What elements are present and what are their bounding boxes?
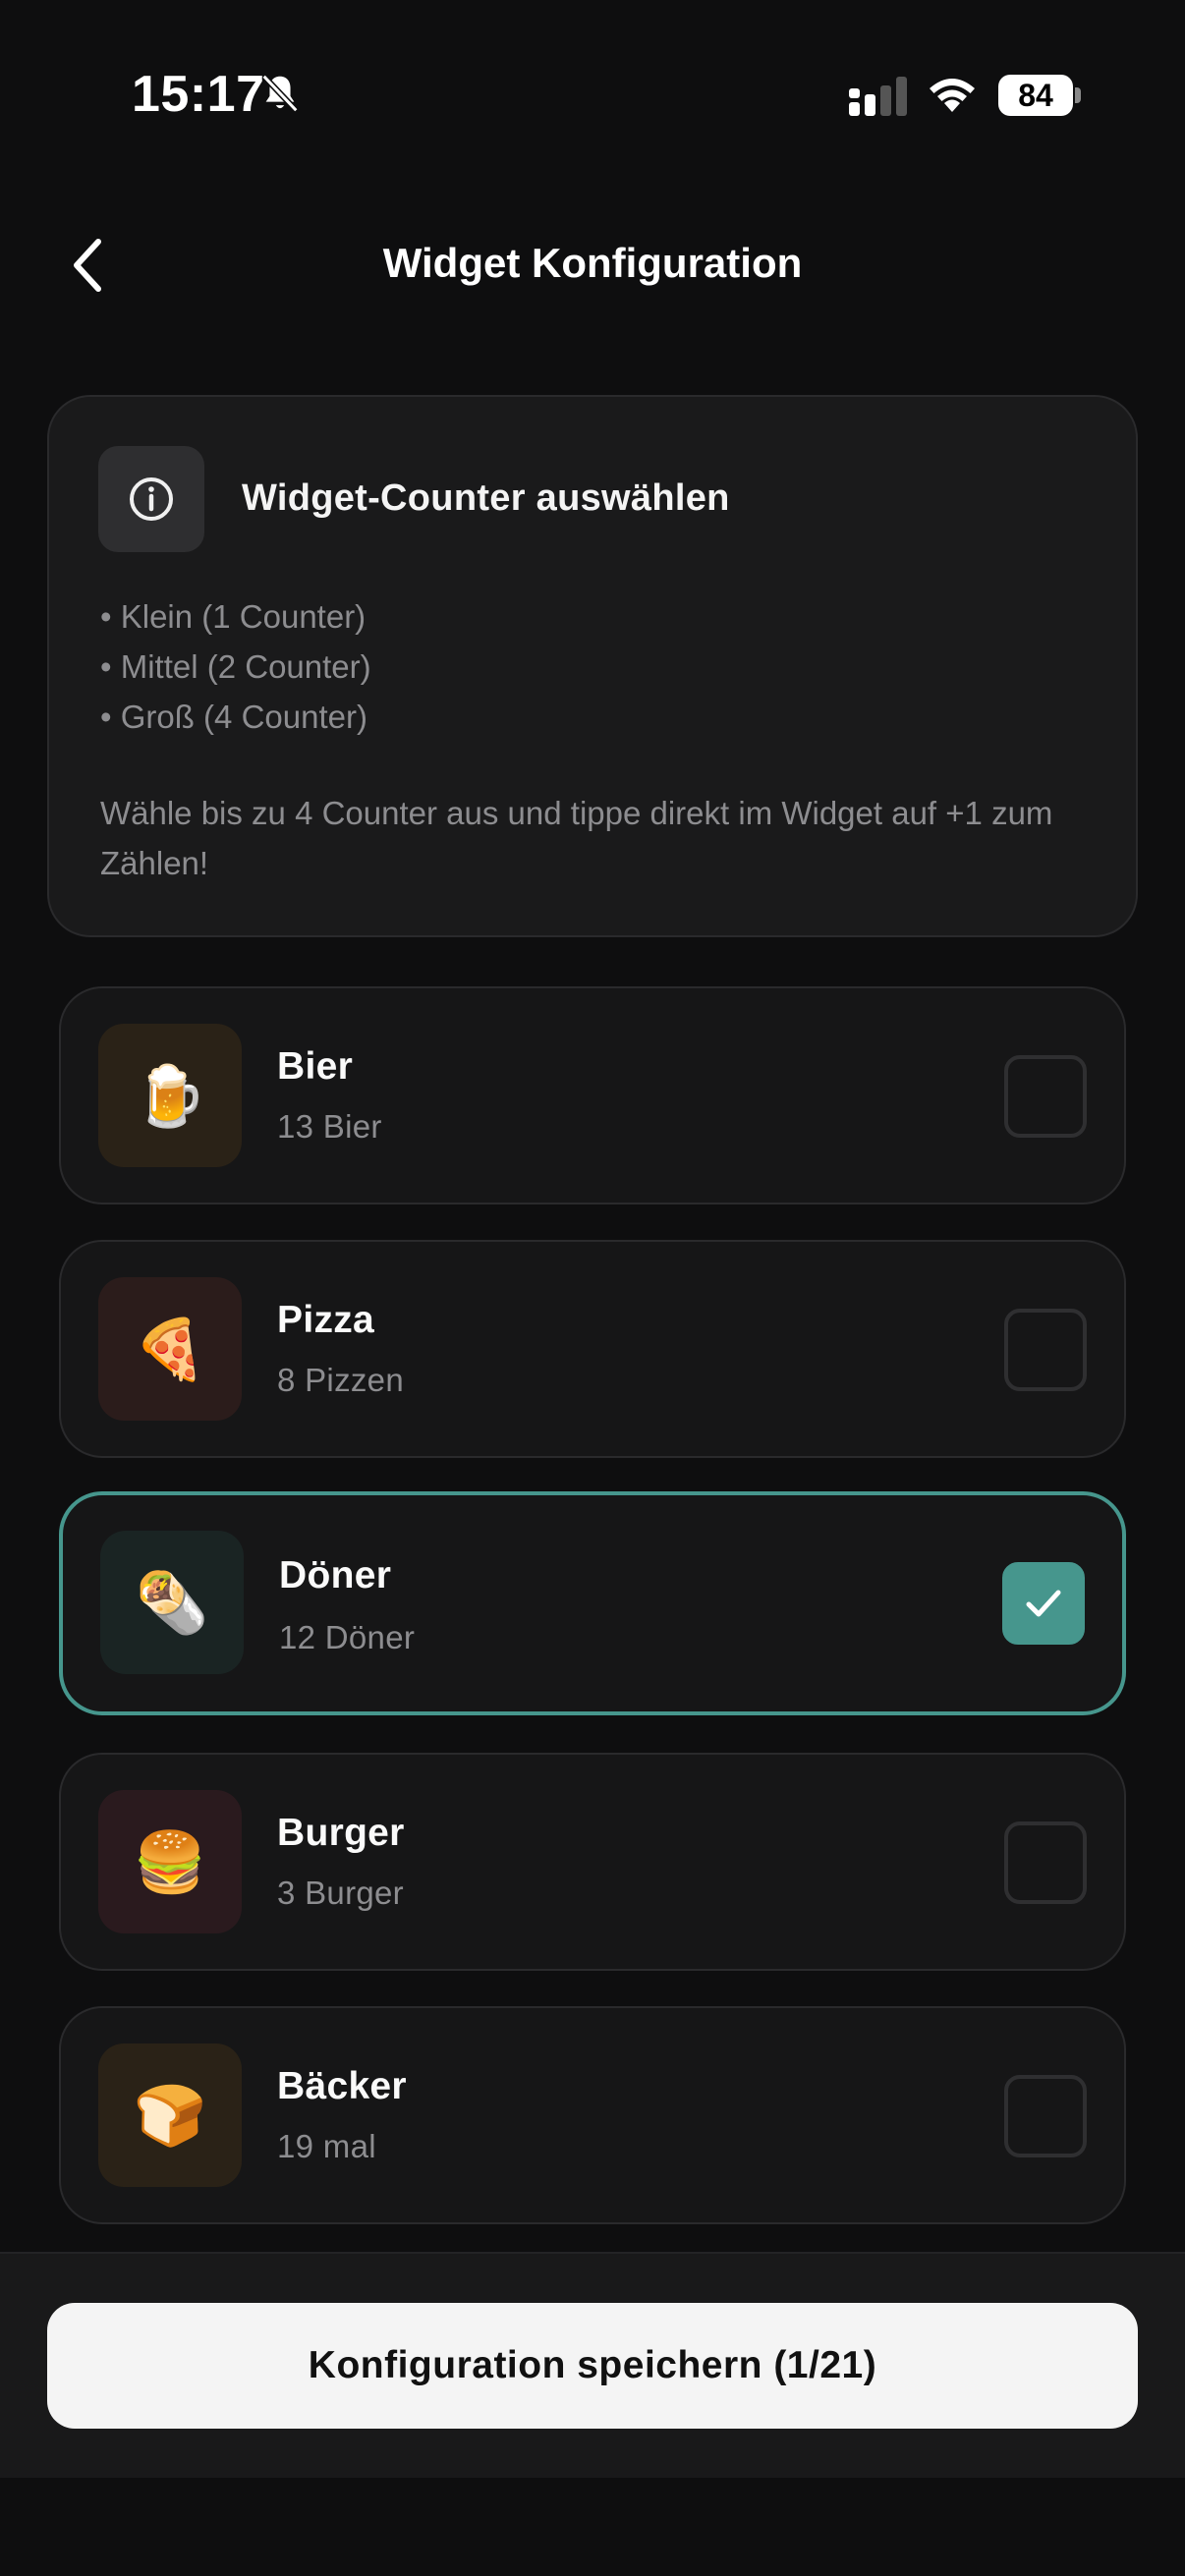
counter-item-doener[interactable]: 🌯 Döner 12 Döner	[59, 1491, 1126, 1715]
counter-item-burger[interactable]: 🍔 Burger 3 Burger	[59, 1753, 1126, 1971]
footer: Konfiguration speichern (1/21)	[0, 2252, 1185, 2478]
counter-name: Burger	[277, 1812, 405, 1854]
widget-configuration-screen: 15:17 84 Widget Konfiguration Widget-Cou…	[0, 0, 1185, 2576]
page-title: Widget Konfiguration	[382, 240, 803, 286]
counter-checkbox[interactable]	[1004, 2075, 1087, 2157]
widget-size-medium: • Mittel (2 Counter)	[100, 648, 371, 685]
counter-name: Döner	[279, 1554, 392, 1596]
hamburger-icon: 🍔	[98, 1790, 242, 1933]
status-time: 15:17	[132, 66, 265, 123]
widget-size-large: • Groß (4 Counter)	[100, 699, 367, 735]
widget-size-list: • Klein (1 Counter) • Mittel (2 Counter)…	[100, 591, 371, 742]
wifi-icon	[930, 79, 975, 112]
info-icon-box	[98, 446, 204, 552]
counter-name: Bäcker	[277, 2065, 407, 2107]
counter-item-baecker[interactable]: 🍞 Bäcker 19 mal	[59, 2006, 1126, 2224]
counter-count: 13 Bier	[277, 1108, 382, 1145]
counter-checkbox[interactable]	[1004, 1055, 1087, 1138]
navigation-bar: Widget Konfiguration	[0, 196, 1185, 334]
battery-cap	[1075, 87, 1081, 103]
battery-level: 84	[1018, 78, 1053, 113]
widget-size-small: • Klein (1 Counter)	[100, 598, 367, 635]
info-description: Wähle bis zu 4 Counter aus und tippe dir…	[100, 795, 1053, 881]
battery-icon: 84	[998, 75, 1081, 116]
info-card: Widget-Counter auswählen • Klein (1 Coun…	[47, 395, 1138, 937]
counter-count: 19 mal	[277, 2128, 376, 2164]
save-configuration-button[interactable]: Konfiguration speichern (1/21)	[47, 2303, 1138, 2429]
info-circle-icon	[130, 477, 173, 521]
counter-count: 3 Burger	[277, 1875, 404, 1911]
bread-icon: 🍞	[98, 2044, 242, 2187]
counter-item-pizza[interactable]: 🍕 Pizza 8 Pizzen	[59, 1240, 1126, 1458]
counter-name: Bier	[277, 1045, 354, 1088]
counter-checkbox[interactable]	[1004, 1309, 1087, 1391]
burrito-icon: 🌯	[100, 1531, 244, 1674]
beer-mug-icon: 🍺	[98, 1024, 242, 1167]
pizza-icon: 🍕	[98, 1277, 242, 1421]
cellular-signal-icon	[849, 77, 907, 116]
counter-count: 8 Pizzen	[277, 1362, 404, 1398]
counter-checkbox-checked[interactable]	[1002, 1562, 1085, 1645]
checkmark-icon	[1026, 1590, 1061, 1617]
status-bar: 15:17 84	[0, 0, 1185, 187]
info-title: Widget-Counter auswählen	[242, 477, 730, 519]
counter-name: Pizza	[277, 1299, 375, 1341]
counter-checkbox[interactable]	[1004, 1821, 1087, 1904]
bell-slash-icon	[261, 74, 299, 113]
counter-item-bier[interactable]: 🍺 Bier 13 Bier	[59, 986, 1126, 1204]
counter-count: 12 Döner	[279, 1619, 416, 1655]
